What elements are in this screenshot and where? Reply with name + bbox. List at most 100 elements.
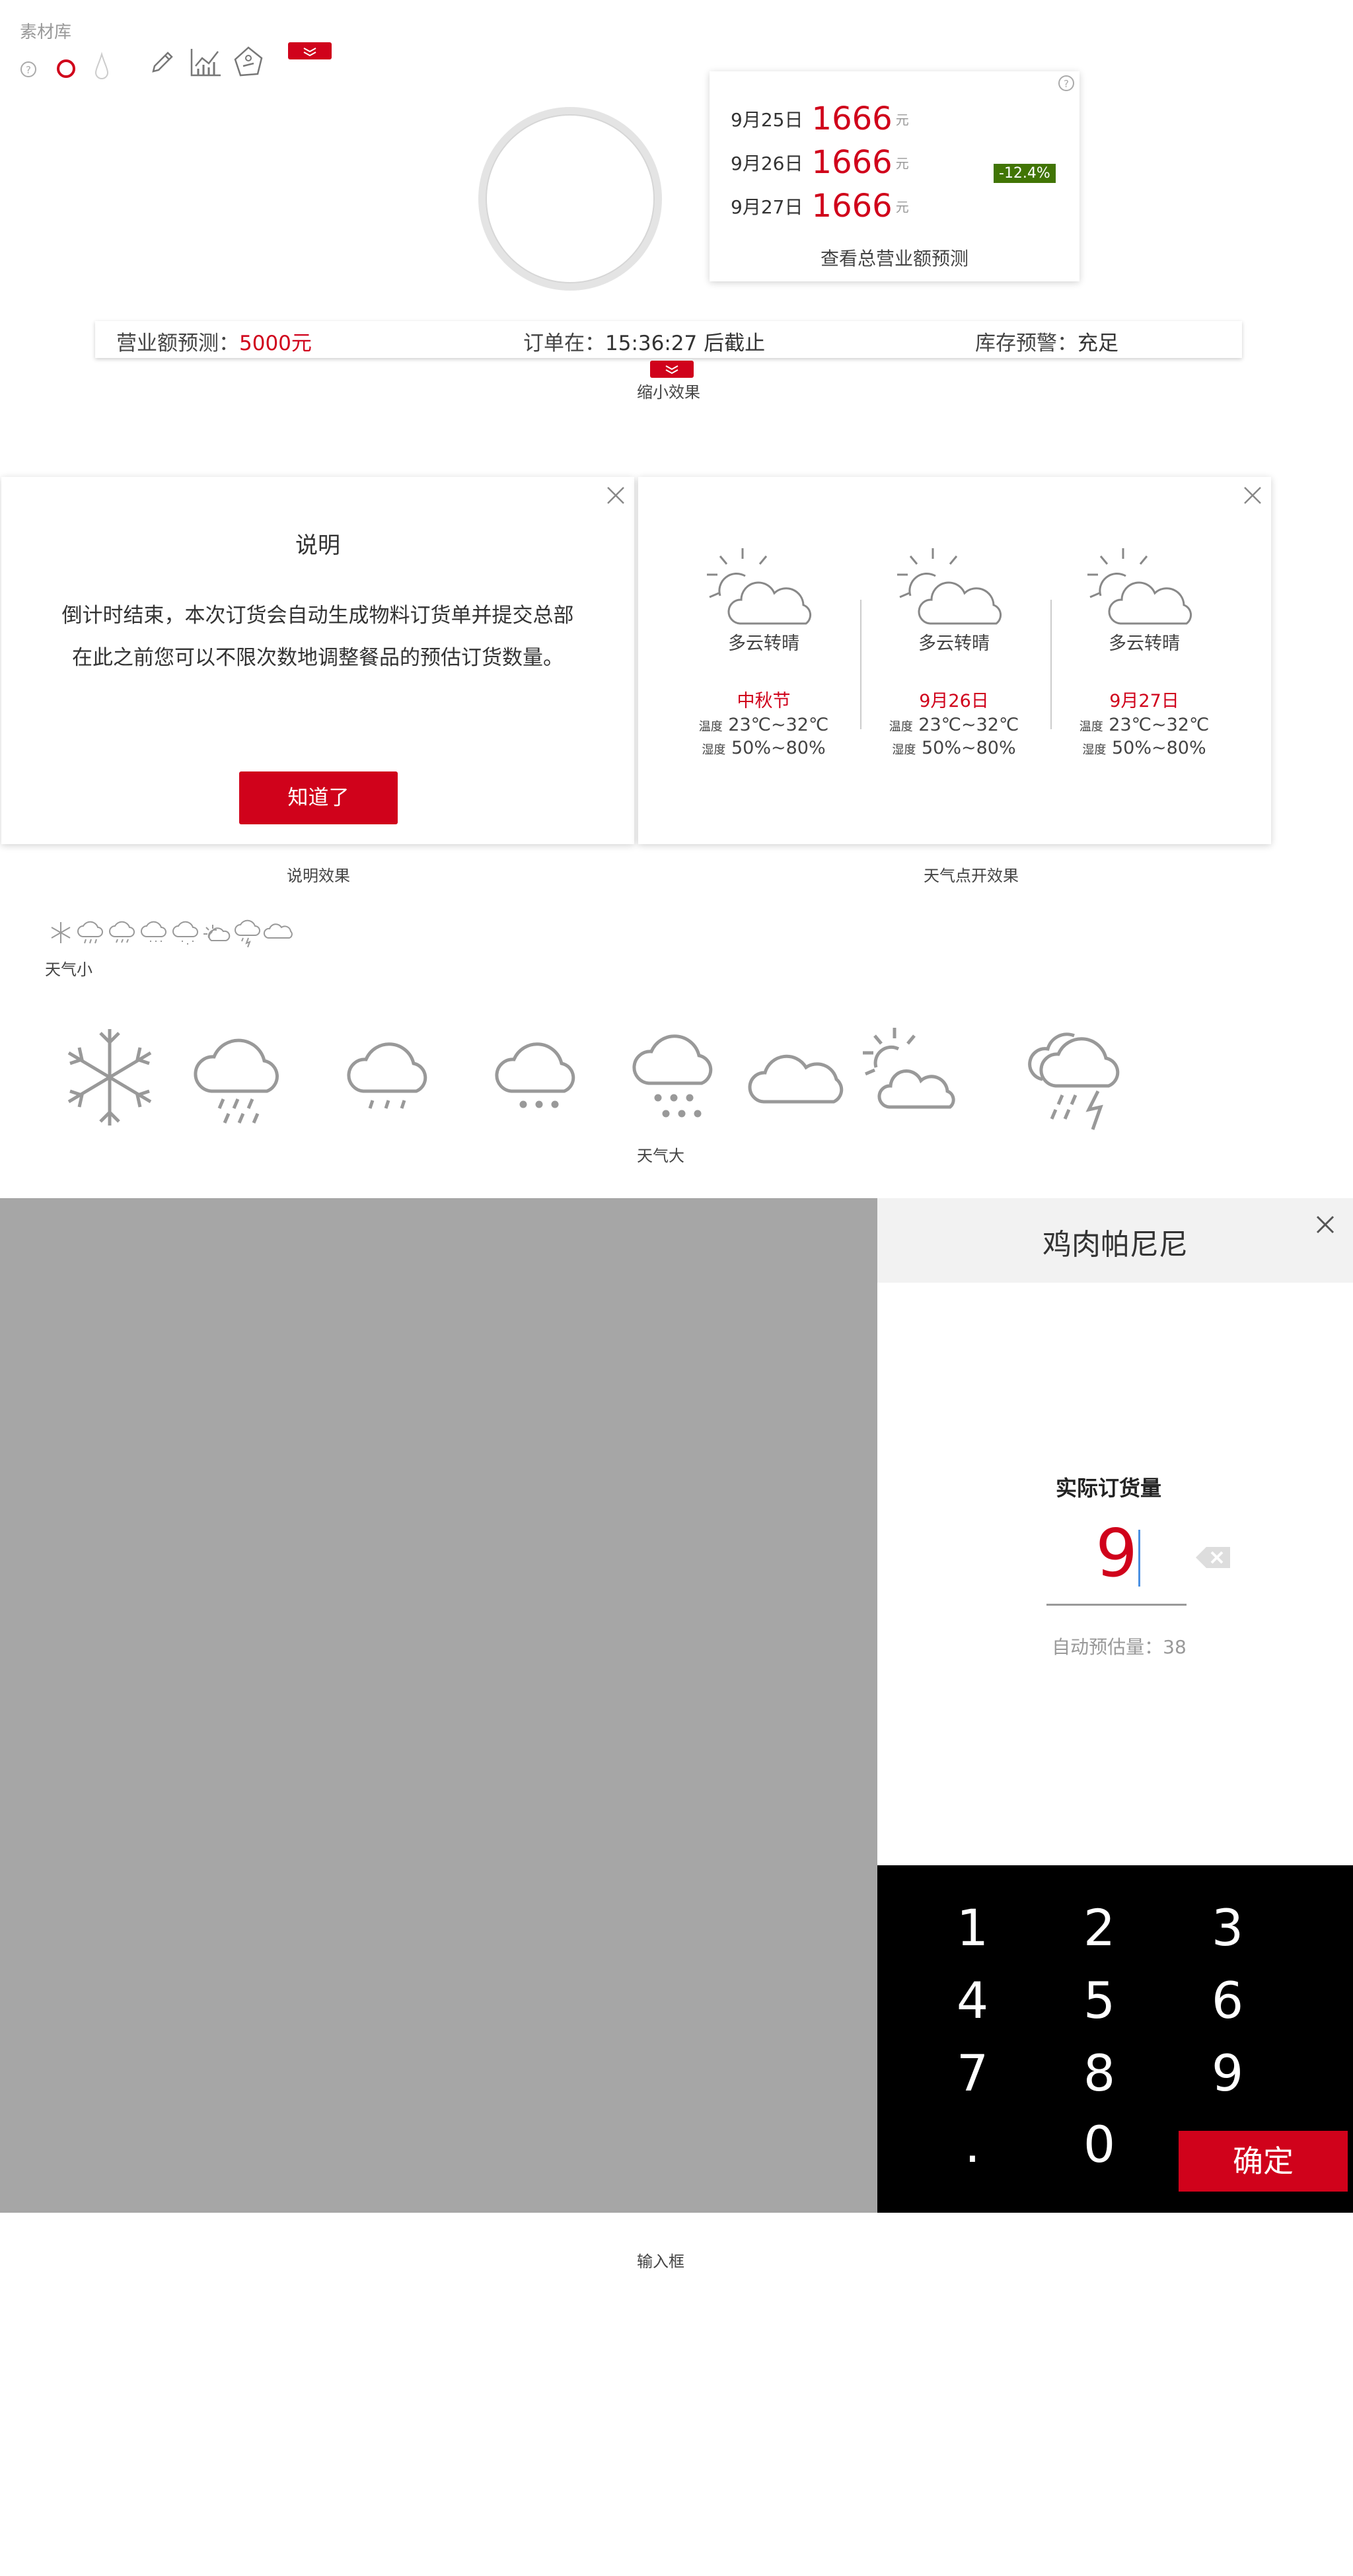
key-3[interactable]: 3 <box>1175 1898 1280 1957</box>
panel-header: 鸡肉帕尼尼 <box>877 1198 1353 1283</box>
view-total-forecast-link[interactable]: 查看总营业额预测 <box>710 244 1079 271</box>
tag-icon[interactable] <box>231 45 266 79</box>
partly-cloudy-icon <box>203 925 231 941</box>
temp-range: 23℃~32℃ <box>918 715 1019 735</box>
forecast-label: 营业额预测： <box>116 332 239 355</box>
close-icon[interactable] <box>1313 1213 1337 1236</box>
change-badge: -12.4% <box>994 164 1056 183</box>
forecast-value: 1666 <box>811 144 893 181</box>
partly-cloudy-icon <box>892 546 1020 633</box>
auto-estimate: 自动预估量：38 <box>1052 1636 1187 1658</box>
forecast-row: 9月26日 1666 元 <box>731 144 929 184</box>
light-rain-icon <box>141 921 166 942</box>
order-qty-value: 9 <box>1095 1515 1138 1592</box>
key-dot[interactable]: . <box>920 2115 1025 2174</box>
modal-text-line2: 在此之前您可以不限次数地调整餐品的预估订货数量。 <box>72 646 564 670</box>
cloudy-icon <box>748 1054 844 1104</box>
key-4[interactable]: 4 <box>920 1971 1025 2030</box>
backspace-icon[interactable] <box>1194 1544 1233 1571</box>
collapse-tab-icon[interactable] <box>650 361 694 378</box>
key-6[interactable]: 6 <box>1175 1971 1280 2030</box>
pencil-icon[interactable] <box>148 48 177 77</box>
thunderstorm-icon <box>235 919 260 948</box>
forecast-unit: 元 <box>895 112 909 128</box>
drop-icon[interactable] <box>92 52 111 81</box>
rain-icon <box>347 1042 427 1109</box>
svg-text:?: ? <box>26 64 31 76</box>
explain-modal: 说明 倒计时结束，本次订货会自动生成物料订货单并提交总部 在此之前您可以不限次数… <box>1 477 634 844</box>
text-cursor <box>1138 1530 1140 1587</box>
temp-range: 23℃~32℃ <box>1109 715 1210 735</box>
forecast-date: 9月27日 <box>731 196 803 218</box>
caption-weather-open: 天气点开效果 <box>924 867 1019 885</box>
temp-range: 23℃~32℃ <box>728 715 829 735</box>
weather-date: 9月27日 <box>1109 691 1179 711</box>
red-ring-icon[interactable] <box>55 58 77 79</box>
divider <box>1050 600 1052 729</box>
rain-icon <box>109 921 135 943</box>
partly-cloudy-icon <box>863 1028 955 1109</box>
key-2[interactable]: 2 <box>1046 1898 1152 1957</box>
key-8[interactable]: 8 <box>1046 2044 1152 2102</box>
help-icon[interactable]: ? <box>20 61 37 78</box>
forecast-unit: 元 <box>895 199 909 215</box>
humid-label: 湿度 <box>702 743 726 757</box>
humid-label: 湿度 <box>892 743 916 757</box>
snow-cloud-icon <box>632 1034 713 1118</box>
partly-cloudy-icon <box>702 546 830 633</box>
forecast-value: 1666 <box>811 100 893 137</box>
key-5[interactable]: 5 <box>1046 1971 1152 2030</box>
thunderstorm-icon <box>1028 1032 1120 1130</box>
stock-value: 充足 <box>1078 332 1118 355</box>
key-9[interactable]: 9 <box>1175 2044 1280 2102</box>
collapse-tab-icon[interactable] <box>288 42 332 59</box>
chart-icon[interactable] <box>189 46 222 78</box>
help-icon[interactable]: ? <box>1057 74 1076 92</box>
product-title: 鸡肉帕尼尼 <box>1042 1228 1188 1262</box>
svg-text:?: ? <box>1064 78 1069 90</box>
weather-modal: 多云转晴 中秋节 温度 23℃~32℃ 湿度 50%~80% 多云转晴 9月26… <box>638 477 1271 844</box>
cloudy-icon <box>263 923 293 939</box>
caption-explain: 说明效果 <box>287 867 350 885</box>
temp-label: 温度 <box>889 720 913 734</box>
weather-day: 多云转晴 9月26日 温度 23℃~32℃ 湿度 50%~80% <box>888 546 1020 758</box>
order-qty-input[interactable]: 9 <box>1046 1514 1187 1606</box>
key-0[interactable]: 0 <box>1046 2115 1152 2174</box>
weather-day: 多云转晴 9月27日 温度 23℃~32℃ 湿度 50%~80% <box>1078 546 1210 758</box>
large-weather-icons <box>59 1017 1183 1139</box>
got-it-button[interactable]: 知道了 <box>239 771 398 824</box>
order-qty-label: 实际订货量 <box>1055 1476 1161 1501</box>
forecast-value: 1666 <box>811 188 893 225</box>
key-7[interactable]: 7 <box>920 2044 1025 2102</box>
key-1[interactable]: 1 <box>920 1898 1025 1957</box>
close-icon[interactable] <box>604 483 628 507</box>
forecast-card: ? 9月25日 1666 元 9月26日 1666 元 9月27日 1666 元… <box>710 71 1079 281</box>
close-icon[interactable] <box>1241 483 1264 507</box>
temp-label: 温度 <box>1079 720 1103 734</box>
overlay-backdrop[interactable] <box>0 1198 877 2213</box>
caption-shrink: 缩小效果 <box>637 383 700 402</box>
keypad: 1 2 3 4 5 6 7 8 9 . 0 确定 <box>877 1865 1353 2213</box>
light-rain-icon <box>495 1042 575 1108</box>
divider <box>860 600 861 729</box>
humid-label: 湿度 <box>1082 743 1107 757</box>
humid-range: 50%~80% <box>1111 738 1206 758</box>
caption-weather-small: 天气小 <box>45 960 92 979</box>
order-label: 订单在： <box>523 332 605 355</box>
weather-day: 多云转晴 中秋节 温度 23℃~32℃ 湿度 50%~80% <box>698 546 830 758</box>
caption-input: 输入框 <box>637 2252 684 2271</box>
partly-cloudy-icon <box>1082 546 1210 633</box>
temp-label: 温度 <box>698 720 723 734</box>
heavy-rain-icon <box>194 1038 279 1124</box>
confirm-button[interactable]: 确定 <box>1179 2131 1348 2192</box>
order-deadline: 15:36:27 后截止 <box>605 332 766 355</box>
snow-cloud-icon <box>172 921 198 945</box>
caption-weather-large: 天气大 <box>637 1147 684 1165</box>
humid-range: 50%~80% <box>921 738 1016 758</box>
heavy-rain-icon <box>77 921 103 944</box>
order-panel: 鸡肉帕尼尼 实际订货量 9 自动预估量：38 1 2 3 4 5 6 7 8 9… <box>877 1198 1353 2213</box>
forecast-date: 9月26日 <box>731 153 803 174</box>
library-title: 素材库 <box>20 22 72 42</box>
forecast-total: 5000元 <box>239 332 312 355</box>
snow-icon <box>51 922 71 943</box>
